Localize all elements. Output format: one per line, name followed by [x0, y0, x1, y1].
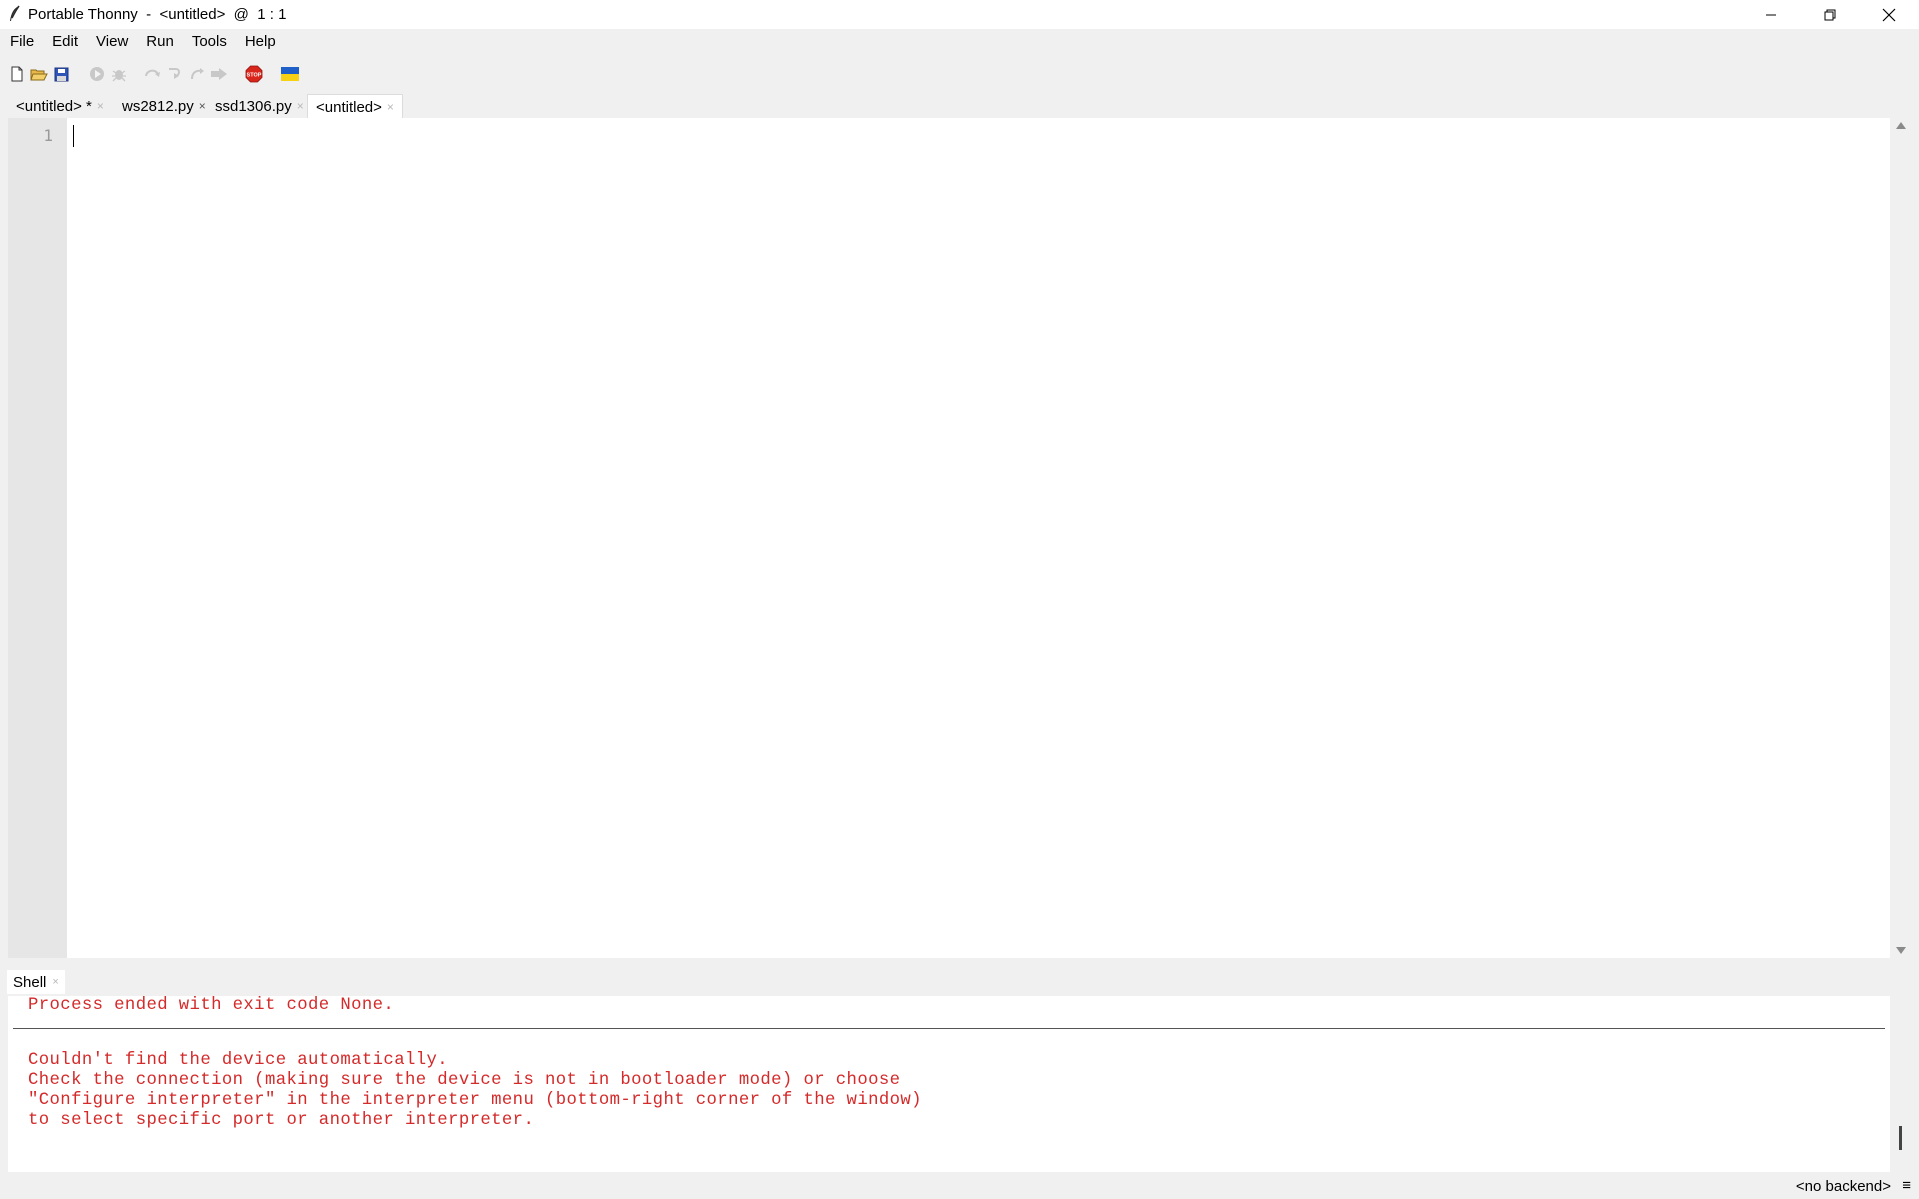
close-window-button[interactable] — [1860, 0, 1918, 29]
tab-shell[interactable]: Shell × — [7, 970, 65, 994]
shell-tab-bar: Shell × — [0, 968, 1919, 996]
step-out-button[interactable] — [187, 64, 207, 84]
stop-button[interactable]: STOP — [244, 64, 264, 84]
tab-close-icon[interactable]: × — [387, 100, 394, 114]
toolbar: STOP — [0, 54, 1919, 90]
step-out-icon — [191, 68, 204, 80]
status-bar: <no backend> ≡ — [0, 1172, 1919, 1199]
run-button[interactable] — [87, 64, 107, 84]
stop-icon: STOP — [245, 65, 263, 83]
save-icon — [54, 67, 68, 81]
menu-view[interactable]: View — [87, 29, 137, 54]
shell-line: Check the connection (making sure the de… — [28, 1071, 901, 1090]
menu-bar: File Edit View Run Tools Help — [0, 29, 1919, 54]
tab-label: ws2812.py — [122, 97, 194, 115]
new-file-icon — [11, 66, 23, 82]
tab-ssd1306[interactable]: ssd1306.py × — [207, 94, 312, 118]
menu-icon[interactable]: ≡ — [1902, 1177, 1911, 1194]
resume-button[interactable] — [209, 64, 229, 84]
tab-untitled-active[interactable]: <untitled> × — [307, 94, 403, 119]
scroll-down-icon[interactable] — [1896, 947, 1906, 954]
line-number-gutter: 1 — [8, 118, 67, 958]
tab-label: <untitled> * — [16, 97, 92, 115]
title-bar: Portable Thonny - <untitled> @ 1 : 1 — [0, 0, 1919, 29]
shell-output[interactable]: Process ended with exit code None. Could… — [8, 996, 1890, 1172]
menu-tools[interactable]: Tools — [183, 29, 236, 54]
minimize-button[interactable] — [1742, 0, 1800, 29]
editor-scrollbar[interactable] — [1891, 118, 1911, 958]
shell-line: to select specific port or another inter… — [28, 1111, 535, 1130]
shell-line: Process ended with exit code None. — [28, 996, 395, 1015]
ukraine-flag-button[interactable] — [280, 64, 300, 84]
open-file-button[interactable] — [29, 64, 49, 84]
restore-button[interactable] — [1801, 0, 1859, 29]
step-over-icon — [145, 69, 160, 77]
tab-ws2812[interactable]: ws2812.py × — [114, 94, 214, 118]
menu-edit[interactable]: Edit — [43, 29, 87, 54]
editor-tab-bar: <untitled> * × ws2812.py × ssd1306.py × … — [0, 90, 1919, 119]
minimize-icon — [1766, 14, 1776, 15]
line-number: 1 — [43, 126, 53, 145]
tab-label: ssd1306.py — [215, 97, 292, 115]
new-file-button[interactable] — [7, 64, 27, 84]
tab-label: <untitled> — [316, 98, 382, 116]
step-over-button[interactable] — [143, 64, 163, 84]
run-icon — [90, 67, 104, 81]
shell-separator — [13, 1028, 1885, 1029]
shell-tab-label: Shell — [13, 973, 47, 991]
shell-close-icon[interactable]: × — [52, 976, 58, 988]
close-icon — [1882, 8, 1896, 21]
ukraine-flag-icon — [281, 67, 299, 81]
menu-help[interactable]: Help — [236, 29, 285, 54]
step-into-icon — [169, 68, 180, 79]
tab-untitled-modified[interactable]: <untitled> * × — [8, 94, 112, 118]
menu-run[interactable]: Run — [137, 29, 183, 54]
thonny-feather-icon — [10, 5, 20, 21]
text-caret — [73, 125, 74, 147]
svg-text:STOP: STOP — [247, 73, 262, 79]
shell-line: Couldn't find the device automatically. — [28, 1051, 449, 1070]
shell-scrollbar[interactable] — [1891, 996, 1911, 1172]
resume-icon — [211, 68, 227, 80]
open-folder-icon — [30, 69, 48, 81]
shell-line: "Configure interpreter" in the interpret… — [28, 1091, 922, 1110]
debug-button[interactable] — [109, 64, 129, 84]
debug-icon — [112, 70, 126, 82]
tab-close-icon[interactable]: × — [97, 99, 104, 113]
code-editor[interactable]: 1 — [8, 118, 1890, 958]
save-button[interactable] — [51, 64, 71, 84]
restore-icon — [1824, 9, 1836, 20]
window-title: Portable Thonny - <untitled> @ 1 : 1 — [28, 6, 287, 23]
tab-close-icon[interactable]: × — [199, 99, 206, 113]
backend-selector[interactable]: <no backend> — [1796, 1178, 1891, 1195]
shell-scroll-thumb[interactable] — [1899, 1126, 1902, 1150]
scroll-up-icon[interactable] — [1896, 122, 1906, 129]
step-into-button[interactable] — [165, 64, 185, 84]
menu-file[interactable]: File — [1, 29, 43, 54]
tab-close-icon[interactable]: × — [297, 99, 304, 113]
